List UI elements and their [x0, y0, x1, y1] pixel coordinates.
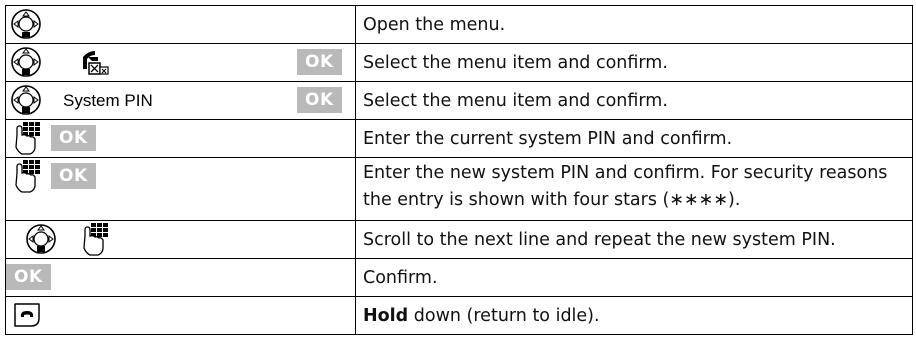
instruction-table: Open the menu. OK Select the menu item a… — [5, 5, 913, 335]
end-call-key-icon — [14, 303, 40, 327]
step-description: Enter the new system PIN and confirm. Fo… — [355, 157, 913, 221]
ok-key: OK — [51, 125, 96, 151]
key-cell — [5, 220, 356, 259]
key-cell — [5, 296, 356, 335]
hold-emphasis: Hold — [363, 305, 409, 326]
step-description: Enter the current system PIN and confirm… — [355, 119, 913, 158]
system-settings-icon — [83, 51, 109, 75]
step-row-repeat-new-pin: Scroll to the next line and repeat the n… — [5, 220, 913, 259]
control-key-updown-icon — [11, 85, 41, 115]
step-row-enter-new-pin: OK Enter the new system PIN and confirm.… — [5, 157, 913, 221]
step-description: Select the menu item and confirm. — [355, 43, 913, 82]
step-row-select-system-pin: System PIN OK Select the menu item and c… — [5, 81, 913, 120]
key-cell: OK — [5, 258, 356, 297]
step-row-select-settings: OK Select the menu item and confirm. — [5, 43, 913, 82]
menu-item-label: System PIN — [63, 91, 153, 110]
ok-key: OK — [6, 264, 51, 290]
key-cell — [5, 5, 356, 44]
step-description: Select the menu item and confirm. — [355, 81, 913, 120]
keypad-icon — [15, 159, 41, 193]
keypad-icon — [15, 121, 41, 155]
key-cell: OK — [5, 119, 356, 158]
step-row-return-idle: Hold down (return to idle). — [5, 296, 913, 335]
ok-key: OK — [51, 163, 96, 189]
control-key-down-icon — [11, 9, 41, 39]
step-description: Open the menu. — [355, 5, 913, 44]
keypad-icon — [83, 222, 109, 256]
key-cell: OK — [5, 43, 356, 82]
key-cell: System PIN OK — [5, 81, 356, 120]
control-key-updown-icon — [26, 224, 56, 254]
step-row-enter-current-pin: OK Enter the current system PIN and conf… — [5, 119, 913, 158]
step-description: Confirm. — [355, 258, 913, 297]
ok-key: OK — [297, 87, 342, 113]
ok-key: OK — [297, 49, 342, 75]
step-row-confirm: OK Confirm. — [5, 258, 913, 297]
control-key-updown-icon — [11, 47, 41, 77]
step-description: Scroll to the next line and repeat the n… — [355, 220, 913, 259]
step-row-open-menu: Open the menu. — [5, 5, 913, 44]
step-description-rest: down (return to idle). — [408, 305, 600, 326]
key-cell: OK — [5, 157, 356, 221]
step-description: Hold down (return to idle). — [355, 296, 913, 335]
